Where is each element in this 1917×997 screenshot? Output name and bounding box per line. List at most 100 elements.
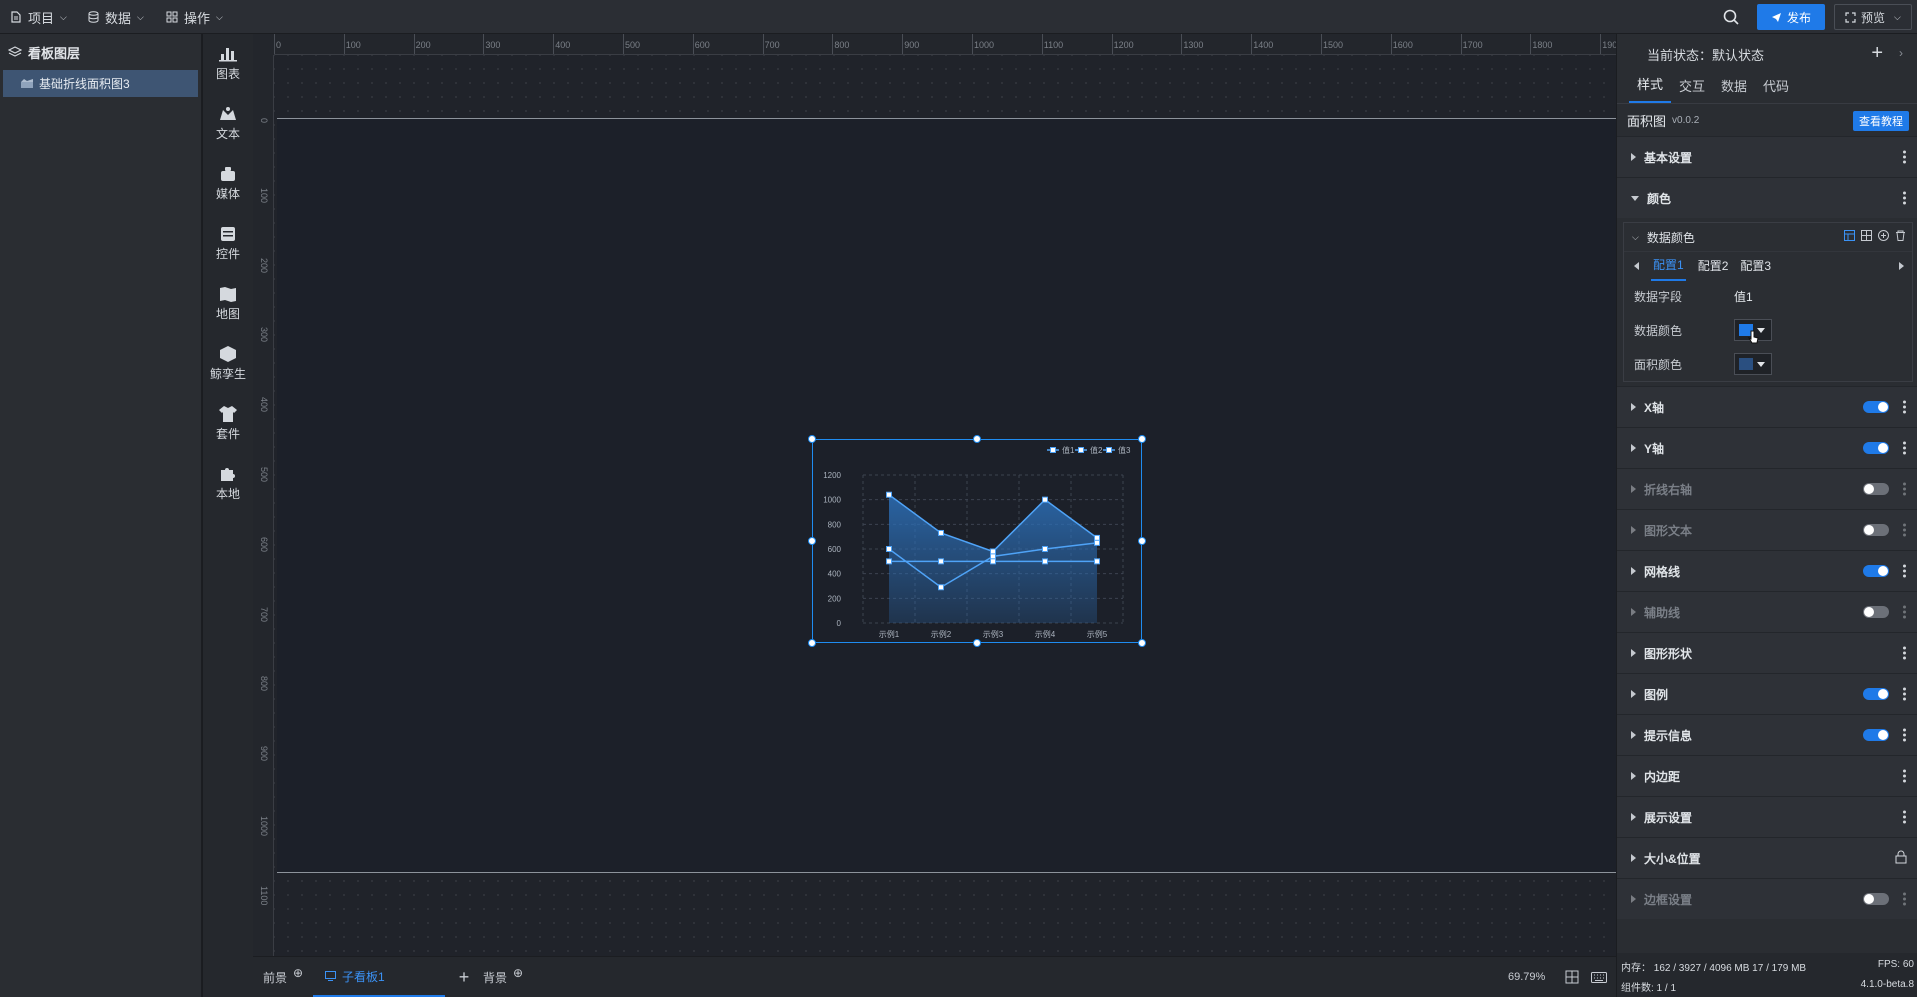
tool-twin[interactable]: 鲸孪生 xyxy=(203,346,253,382)
more-options-icon[interactable] xyxy=(1903,523,1907,537)
add-board-button[interactable]: + xyxy=(449,957,479,997)
section-toggle[interactable] xyxy=(1863,565,1889,577)
section-0[interactable]: 基本设置 xyxy=(1617,136,1917,177)
section-6[interactable]: 网格线 xyxy=(1617,550,1917,591)
more-options-icon[interactable] xyxy=(1903,441,1907,455)
section-1[interactable]: 颜色 xyxy=(1617,177,1917,218)
section-13[interactable]: 大小&位置 xyxy=(1617,837,1917,878)
add-circle-icon[interactable]: ⊕ xyxy=(293,966,303,980)
search-button[interactable] xyxy=(1722,8,1740,26)
resize-handle[interactable] xyxy=(1138,435,1146,443)
tab-front[interactable]: 前景 ⊕ xyxy=(263,957,303,997)
layer-item[interactable]: 基础折线面积图3 xyxy=(3,70,198,97)
config-tab-1[interactable]: 配置1 xyxy=(1651,250,1686,281)
resize-handle[interactable] xyxy=(1138,639,1146,647)
section-14[interactable]: 边框设置 xyxy=(1617,878,1917,919)
ruler-top-line xyxy=(762,34,764,54)
more-options-icon[interactable] xyxy=(1903,687,1907,701)
caret-right-icon[interactable] xyxy=(1899,262,1904,270)
section-10[interactable]: 提示信息 xyxy=(1617,714,1917,755)
section-toggle[interactable] xyxy=(1863,893,1889,905)
publish-button[interactable]: 发布 xyxy=(1757,4,1825,30)
tutorial-button[interactable]: 查看教程 xyxy=(1853,111,1909,131)
tool-control[interactable]: 控件 xyxy=(203,226,253,262)
add-circle-icon[interactable] xyxy=(1878,230,1889,241)
tab-code[interactable]: 代码 xyxy=(1755,76,1797,103)
menu-data[interactable]: 数据 ⌵ xyxy=(88,0,144,34)
tab-sub-board[interactable]: 子看板1 xyxy=(313,957,445,997)
tool-chart-label: 图表 xyxy=(215,67,240,81)
resize-handle[interactable] xyxy=(1138,537,1146,545)
chevron-down-icon: ⌵ xyxy=(216,11,223,22)
section-label: 网格线 xyxy=(1644,564,1681,579)
section-7[interactable]: 辅助线 xyxy=(1617,591,1917,632)
tab-background[interactable]: 背景 ⊕ xyxy=(483,957,523,997)
lock-icon[interactable] xyxy=(1895,850,1907,867)
add-circle-icon[interactable]: ⊕ xyxy=(513,966,523,980)
more-options-icon[interactable] xyxy=(1903,728,1907,742)
trash-icon[interactable] xyxy=(1895,230,1906,241)
data-point xyxy=(1042,558,1048,565)
section-4[interactable]: 折线右轴 xyxy=(1617,468,1917,509)
more-options-icon[interactable] xyxy=(1903,810,1907,824)
more-options-icon[interactable] xyxy=(1903,769,1907,783)
section-12[interactable]: 展示设置 xyxy=(1617,796,1917,837)
canvas-area[interactable]: 0 100 200 300 400 500 600 700 800 900 1000 1100 1200… xyxy=(253,34,1622,956)
tool-local[interactable]: 本地 xyxy=(203,466,253,502)
tool-kit[interactable]: 套件 xyxy=(203,406,253,442)
section-toggle[interactable] xyxy=(1863,524,1889,536)
preview-button[interactable]: 预览 ⌵ xyxy=(1834,4,1912,30)
section-toggle[interactable] xyxy=(1863,606,1889,618)
ruler-left-tick: 900 xyxy=(259,746,269,762)
section-11[interactable]: 内边距 xyxy=(1617,755,1917,796)
zoom-level[interactable]: 69.79% xyxy=(1508,957,1545,997)
section-toggle[interactable] xyxy=(1863,483,1889,495)
layout-icon[interactable] xyxy=(1844,230,1855,241)
tool-chart[interactable]: 图表 xyxy=(203,46,253,82)
tab-style[interactable]: 样式 xyxy=(1629,74,1672,103)
section-5[interactable]: 图形文本 xyxy=(1617,509,1917,550)
more-options-icon[interactable] xyxy=(1903,191,1907,205)
menu-operation[interactable]: 操作 ⌵ xyxy=(166,0,223,34)
section-toggle[interactable] xyxy=(1863,401,1889,413)
more-options-icon[interactable] xyxy=(1903,400,1907,414)
resize-handle[interactable] xyxy=(808,537,816,545)
add-state-button[interactable]: + xyxy=(1871,42,1883,65)
config-tab-3[interactable]: 配置3 xyxy=(1740,257,1771,274)
more-options-icon[interactable] xyxy=(1903,150,1907,164)
resize-handle[interactable] xyxy=(973,639,981,647)
fit-screen-button[interactable] xyxy=(1565,957,1579,997)
section-9[interactable]: 图例 xyxy=(1617,673,1917,714)
tab-interaction[interactable]: 交互 xyxy=(1671,76,1713,103)
menu-project[interactable]: 项目 ⌵ xyxy=(10,0,67,34)
board-canvas[interactable]: 0 200 400 600 800 1000 1200 示例1 示例2 示例3 示例4 示例5 值1 值2… xyxy=(277,118,1616,873)
tab-data[interactable]: 数据 xyxy=(1713,76,1755,103)
more-options-icon[interactable] xyxy=(1903,564,1907,578)
area-chart-component[interactable]: 0 200 400 600 800 1000 1200 示例1 示例2 示例3 示例4 示例5 值1 值2… xyxy=(808,435,1146,647)
more-options-icon[interactable] xyxy=(1903,482,1907,496)
resize-handle[interactable] xyxy=(808,435,816,443)
data-color-header[interactable]: ⌵ 数据颜色 xyxy=(1624,223,1912,251)
tool-text-label: 文本 xyxy=(215,127,240,141)
tool-map[interactable]: 地图 xyxy=(203,286,253,322)
more-options-icon[interactable] xyxy=(1903,892,1907,906)
resize-handle[interactable] xyxy=(973,435,981,443)
tool-text[interactable]: 文本 xyxy=(203,106,253,142)
area-color-picker[interactable] xyxy=(1734,353,1772,375)
more-options-icon[interactable] xyxy=(1903,605,1907,619)
tool-media[interactable]: 媒体 xyxy=(203,166,253,202)
resize-handle[interactable] xyxy=(808,639,816,647)
section-3[interactable]: Y轴 xyxy=(1617,427,1917,468)
more-options-icon[interactable] xyxy=(1903,646,1907,660)
chevron-right-icon[interactable]: › xyxy=(1899,46,1903,60)
section-2[interactable]: X轴 xyxy=(1617,386,1917,427)
section-toggle[interactable] xyxy=(1863,688,1889,700)
caret-left-icon[interactable] xyxy=(1634,261,1639,270)
section-8[interactable]: 图形形状 xyxy=(1617,632,1917,673)
keyboard-button[interactable] xyxy=(1591,957,1607,997)
config-tab-2[interactable]: 配置2 xyxy=(1698,257,1729,274)
section-toggle[interactable] xyxy=(1863,729,1889,741)
section-toggle[interactable] xyxy=(1863,442,1889,454)
ruler-top-tick: 1300 xyxy=(1183,40,1204,50)
table-icon[interactable] xyxy=(1861,230,1872,241)
